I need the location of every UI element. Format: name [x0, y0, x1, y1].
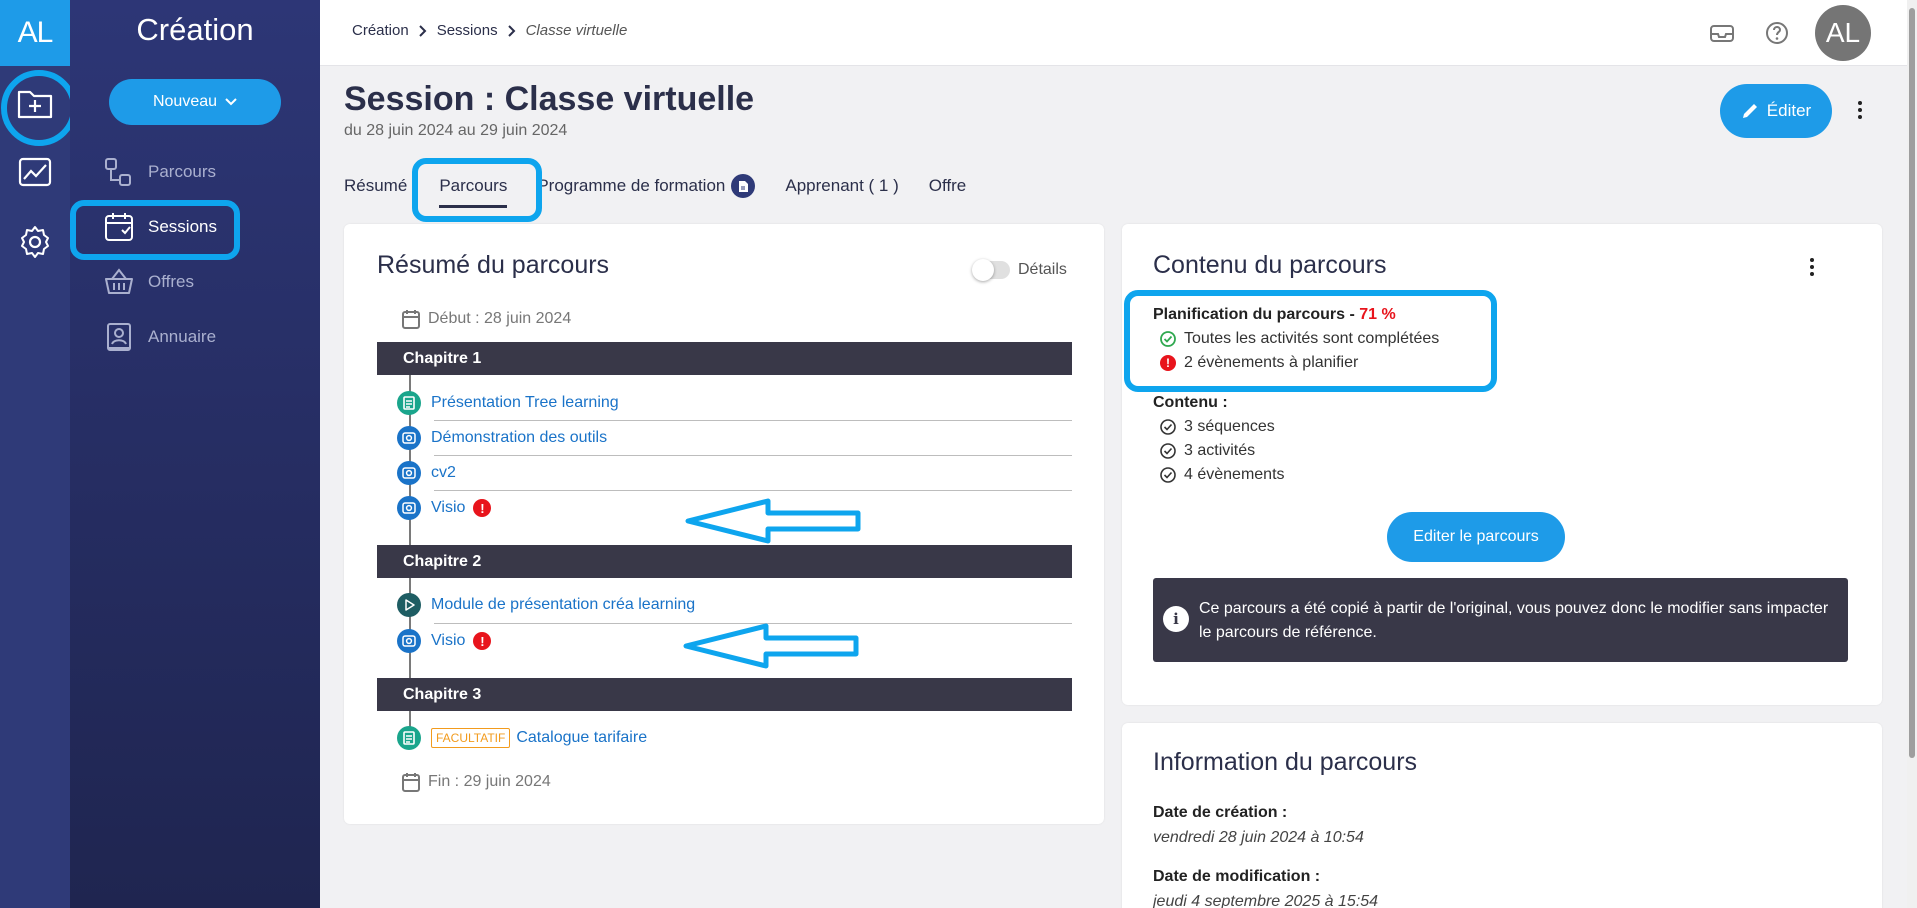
check-circle-icon [1160, 467, 1176, 483]
scrollbar-thumb[interactable] [1909, 8, 1915, 758]
document-icon [397, 391, 421, 415]
camera-icon [397, 426, 421, 450]
contenu-label: Contenu : [1153, 394, 1228, 411]
breadcrumb-sessions[interactable]: Sessions [437, 22, 498, 39]
contenu-item: 3 activités [1160, 442, 1255, 460]
sidebar-item-parcours[interactable]: Parcours [104, 152, 216, 192]
breadcrumb-current: Classe virtuelle [525, 22, 628, 39]
warning-icon: ! [473, 632, 492, 650]
pencil-icon [1742, 104, 1757, 118]
tab-resume[interactable]: Résumé [344, 176, 407, 196]
check-circle-icon [1160, 419, 1176, 435]
help-icon[interactable] [1765, 21, 1789, 45]
toggle-switch[interactable] [972, 259, 1010, 281]
info-banner: i Ce parcours a été copié à partir de l'… [1153, 578, 1848, 662]
warning-icon: ! [1160, 355, 1176, 371]
inbox-icon[interactable] [1709, 22, 1735, 44]
modified-value: jeudi 4 septembre 2025 à 15:54 [1153, 893, 1379, 908]
chevron-down-icon [225, 98, 237, 106]
check-circle-icon [1160, 331, 1176, 347]
modified-label: Date de modification : [1153, 868, 1321, 885]
sidebar-item-label: Annuaire [148, 327, 217, 346]
created-value: vendredi 28 juin 2024 à 10:54 [1153, 829, 1364, 846]
start-date: Début : 28 juin 2024 [402, 309, 571, 329]
basket-icon [105, 268, 133, 294]
camera-icon [397, 496, 421, 520]
top-icons: AL [1709, 0, 1917, 66]
activity-item[interactable]: Visio ! [397, 496, 492, 520]
more-options-icon[interactable] [1802, 255, 1822, 279]
activity-item[interactable]: Module de présentation créa learning [397, 593, 695, 617]
chevron-right-icon [507, 24, 515, 37]
chart-icon[interactable] [15, 152, 55, 192]
arrow-left-annotation [683, 623, 859, 669]
contact-book-icon [107, 323, 131, 351]
sidebar: Création Nouveau Parcours Sessions Offre… [70, 0, 320, 908]
highlight-ring [70, 200, 240, 260]
sidebar-item-label: Parcours [148, 162, 217, 181]
summary-title: Résumé du parcours [377, 251, 610, 279]
chapter-header: Chapitre 3 [377, 678, 1072, 711]
information-title: Information du parcours [1153, 748, 1418, 776]
chapter-header: Chapitre 2 [377, 545, 1072, 578]
more-options-icon[interactable] [1850, 98, 1870, 122]
section-title: Création [136, 12, 254, 47]
contenu-item: 3 séquences [1160, 418, 1275, 436]
document-icon [397, 726, 421, 750]
path-icon [105, 158, 131, 186]
gear-icon[interactable] [15, 222, 55, 262]
divider [434, 420, 1072, 421]
page-scrollbar[interactable] [1907, 0, 1917, 908]
document-icon [731, 174, 756, 198]
tab-apprenant[interactable]: Apprenant ( 1 ) [785, 176, 898, 196]
session-dates: du 28 juin 2024 au 29 juin 2024 [344, 122, 568, 139]
edit-button[interactable]: Éditer [1720, 84, 1832, 138]
end-date: Fin : 29 juin 2024 [402, 772, 551, 792]
camera-icon [397, 461, 421, 485]
info-text: Ce parcours a été copié à partir de l'or… [1199, 600, 1829, 641]
play-icon [397, 593, 421, 617]
activity-item[interactable]: cv2 [397, 461, 456, 485]
calendar-icon [402, 773, 420, 792]
created-label: Date de création : [1153, 804, 1288, 821]
tab-offre[interactable]: Offre [929, 176, 966, 196]
page-title: Session : Classe virtuelle [344, 80, 755, 118]
calendar-icon [402, 310, 420, 329]
activity-item[interactable]: Démonstration des outils [397, 426, 607, 450]
edit-parcours-button[interactable]: Editer le parcours [1387, 512, 1565, 562]
activity-item[interactable]: Visio ! [397, 629, 492, 653]
planning-status-warning: ! 2 évènements à planifier [1160, 354, 1358, 372]
sidebar-item-annuaire[interactable]: Annuaire [104, 317, 216, 357]
check-circle-icon [1160, 443, 1176, 459]
camera-icon [397, 629, 421, 653]
sidebar-item-label: Offres [148, 272, 194, 291]
breadcrumb-creation[interactable]: Création [352, 22, 409, 39]
highlight-ring [1, 70, 77, 146]
planning-percentage: 71 % [1359, 306, 1396, 323]
content-title: Contenu du parcours [1153, 251, 1387, 279]
optional-tag: FACULTATIF [431, 728, 511, 748]
info-icon: i [1163, 606, 1189, 632]
chapter-header: Chapitre 1 [377, 342, 1072, 375]
highlight-ring [412, 158, 542, 222]
app-logo[interactable]: AL [0, 0, 70, 66]
top-bar: Création Sessions Classe virtuelle AL [320, 0, 1917, 66]
avatar[interactable]: AL [1815, 5, 1871, 61]
new-button[interactable]: Nouveau [109, 79, 281, 125]
planning-title: Planification du parcours - 71 % [1153, 306, 1396, 323]
activity-item[interactable]: Présentation Tree learning [397, 391, 619, 415]
arrow-left-annotation [685, 498, 861, 544]
sidebar-item-offres[interactable]: Offres [104, 262, 194, 302]
details-toggle[interactable]: Détails [972, 259, 1067, 281]
divider [434, 490, 1072, 491]
warning-icon: ! [473, 499, 492, 517]
chevron-right-icon [418, 24, 427, 37]
contenu-item: 4 évènements [1160, 466, 1285, 484]
activity-item[interactable]: FACULTATIF Catalogue tarifaire [397, 726, 647, 750]
tab-programme[interactable]: Programme de formation [537, 174, 756, 198]
divider [434, 455, 1072, 456]
planning-status-ok: Toutes les activités sont complétées [1160, 330, 1439, 348]
breadcrumb: Création Sessions Classe virtuelle [352, 22, 627, 39]
